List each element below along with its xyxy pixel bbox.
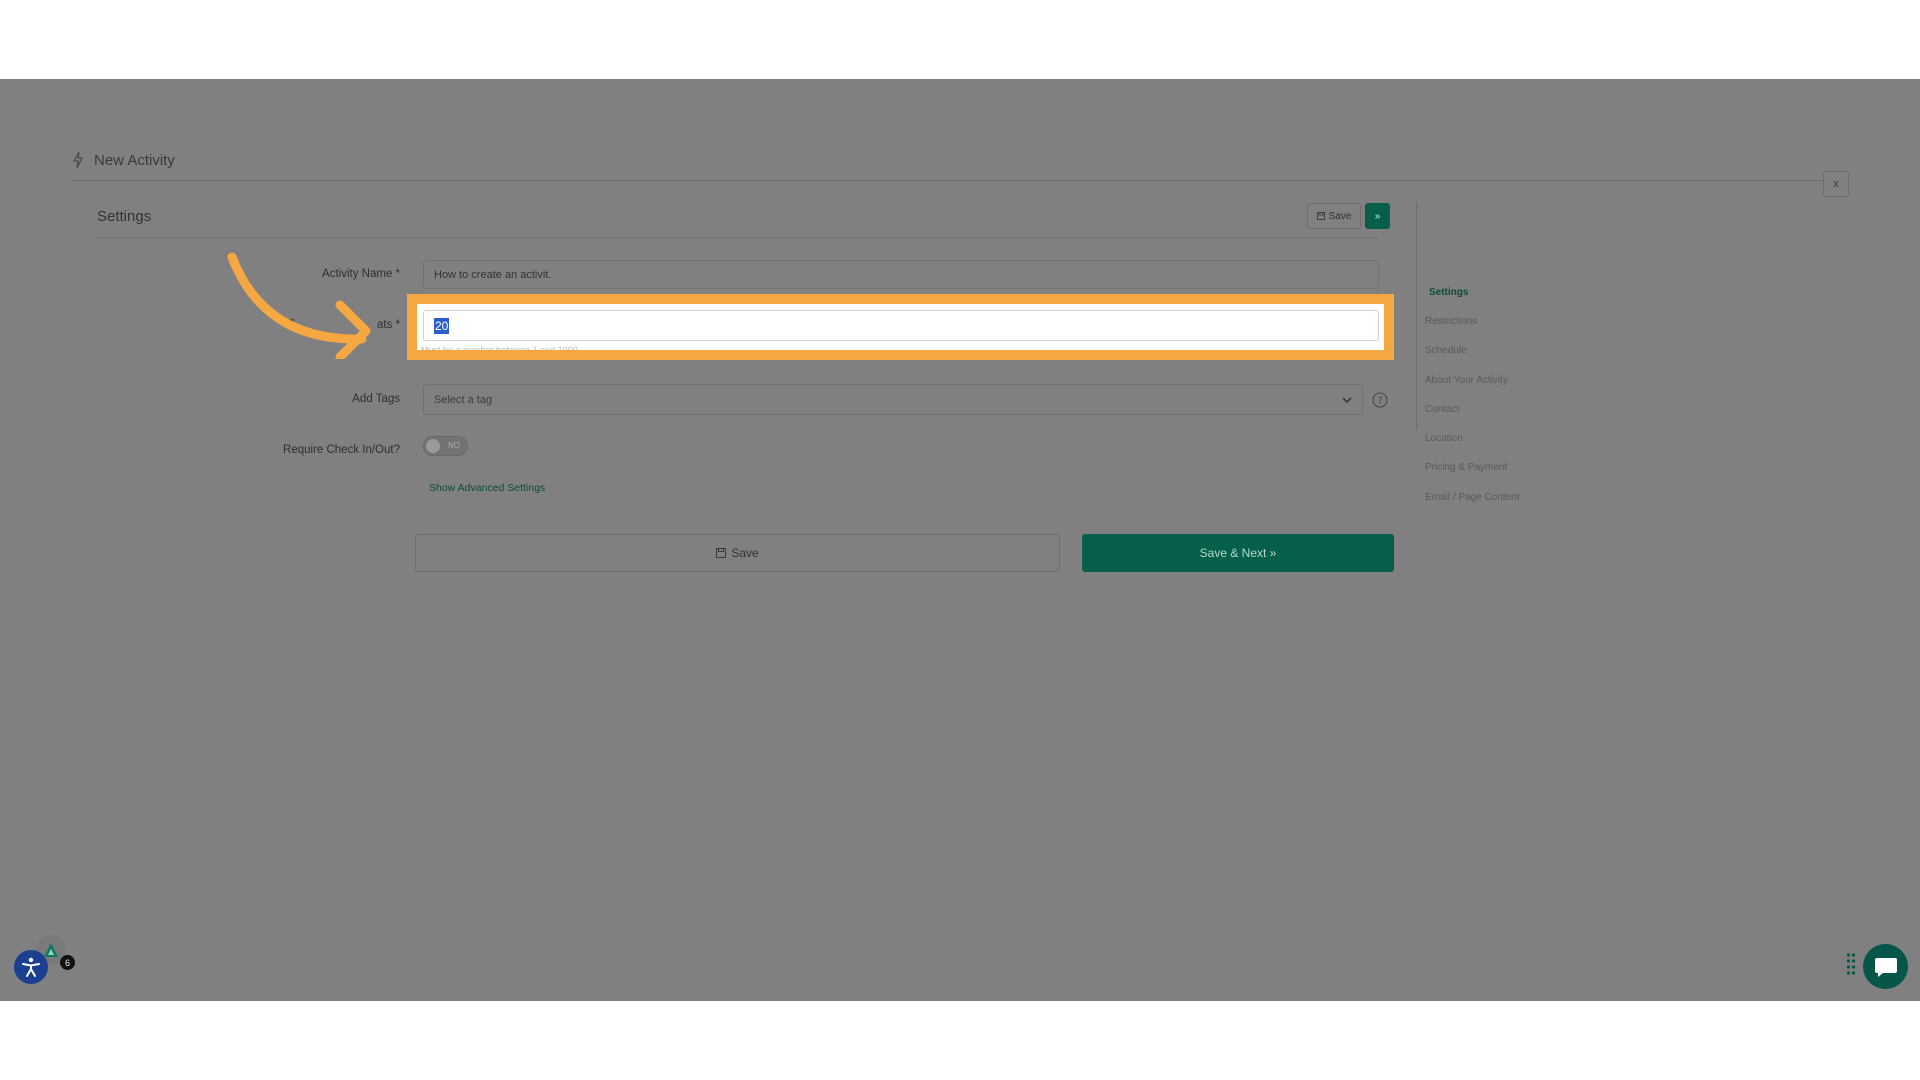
show-advanced-settings-link[interactable]: Show Advanced Settings xyxy=(429,482,545,494)
seats-hint: Must be a number between 1 and 1000 xyxy=(421,345,578,350)
chat-button[interactable] xyxy=(1863,944,1908,989)
accessibility-icon xyxy=(22,957,40,977)
notification-count-badge: 6 xyxy=(60,955,75,970)
activity-name-value: How to create an activit. xyxy=(434,268,552,281)
seats-selected-value: 20 xyxy=(434,317,450,334)
page-title: New Activity xyxy=(94,151,175,169)
save-button-label: Save xyxy=(731,546,759,560)
side-nav-item-schedule[interactable]: Schedule xyxy=(1425,345,1467,356)
settings-side-nav: Settings Restrictions Schedule About You… xyxy=(1416,201,1616,503)
header-save-button[interactable]: Save xyxy=(1307,203,1361,229)
chevron-down-icon xyxy=(1342,396,1352,403)
drag-handle-icon[interactable] xyxy=(1846,952,1856,976)
side-nav-item-contact[interactable]: Contact xyxy=(1425,404,1459,415)
activity-name-input[interactable]: How to create an activit. xyxy=(423,260,1379,289)
side-nav-item-about[interactable]: About Your Activity xyxy=(1425,375,1508,386)
tags-placeholder: Select a tag xyxy=(434,393,493,406)
highlighted-seats-field: 20 Must be a number between 1 and 1000 xyxy=(407,294,1394,360)
header-next-button[interactable]: » xyxy=(1365,203,1390,229)
tags-select[interactable]: Select a tag xyxy=(423,384,1363,415)
toggle-state: NO xyxy=(448,441,460,450)
side-nav-item-pricing[interactable]: Pricing & Payment xyxy=(1425,462,1507,473)
help-icon[interactable]: ? xyxy=(1372,392,1388,408)
side-nav-item-restrictions[interactable]: Restrictions xyxy=(1425,316,1477,327)
checkin-label: Require Check In/Out? xyxy=(283,444,400,456)
tags-label: Add Tags xyxy=(352,393,400,405)
app-overlay: New Activity x Settings Save » Activity … xyxy=(0,79,1920,1001)
header-save-label: Save xyxy=(1328,210,1352,222)
section-divider xyxy=(97,237,1378,238)
save-next-button[interactable]: Save & Next » xyxy=(1082,534,1394,572)
accessibility-button[interactable] xyxy=(14,950,48,984)
floppy-icon xyxy=(716,548,727,558)
page-header: New Activity xyxy=(72,149,175,171)
seats-input[interactable]: 20 xyxy=(423,310,1379,341)
tutorial-arrow-icon xyxy=(227,252,371,359)
toggle-knob xyxy=(426,439,440,453)
svg-text:?: ? xyxy=(1377,396,1382,407)
side-nav-item-settings[interactable]: Settings xyxy=(1429,287,1468,298)
chat-bubble-icon xyxy=(1874,957,1897,977)
bolt-icon xyxy=(72,151,83,169)
header-divider xyxy=(72,180,1822,181)
checkin-toggle[interactable]: NO xyxy=(423,436,468,456)
close-button[interactable]: x xyxy=(1823,171,1849,197)
section-title: Settings xyxy=(97,208,152,225)
save-button[interactable]: Save xyxy=(415,534,1060,572)
side-nav-item-email[interactable]: Email / Page Content xyxy=(1425,492,1520,503)
side-nav-item-location[interactable]: Location xyxy=(1425,433,1463,444)
floppy-icon xyxy=(1316,212,1325,220)
